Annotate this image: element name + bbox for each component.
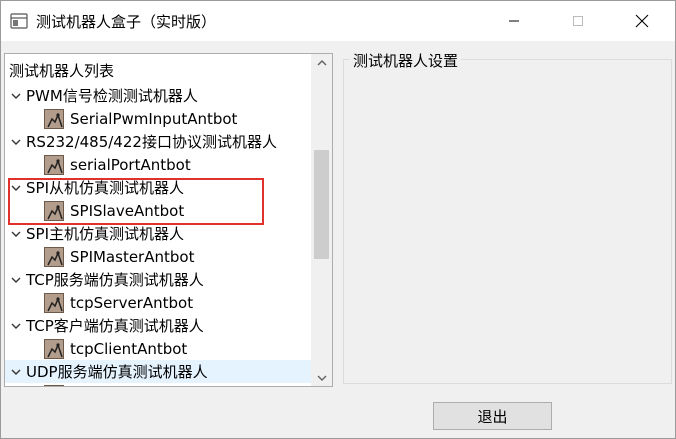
title-bar: 测试机器人盒子（实时版） <box>1 1 675 41</box>
tree-item-label: SPIMasterAntbot <box>70 247 195 266</box>
minimize-button[interactable] <box>483 1 545 41</box>
chevron-down-icon[interactable] <box>8 226 24 242</box>
maximize-icon <box>573 16 583 26</box>
tree-item-label: RS232/485/422接口协议测试机器人 <box>26 133 277 151</box>
tree-robot-row[interactable]: tcpServerAntbot <box>5 291 311 314</box>
tree-header: 测试机器人列表 <box>9 62 115 80</box>
tree-item-label: UDP服务端仿真测试机器人 <box>26 363 208 381</box>
tree-robot-row[interactable]: serialPortAntbot <box>5 153 311 176</box>
tree-item-label: SPISlaveAntbot <box>70 201 185 220</box>
robot-tree-panel[interactable]: 测试机器人列表 PWM信号检测测试机器人 SerialPwmInputAntbot… <box>4 53 333 387</box>
window-title: 测试机器人盒子（实时版） <box>36 13 217 31</box>
tree-category-row[interactable]: SPI从机仿真测试机器人 <box>5 176 311 199</box>
chevron-down-icon[interactable] <box>8 88 24 104</box>
robot-icon <box>44 384 64 386</box>
app-window: 测试机器人盒子（实时版） 测试机器人列表 PWM信号检测测试机器人 SerialP… <box>0 0 676 439</box>
tree-item-label: SPI从机仿真测试机器人 <box>26 179 184 197</box>
robot-tree[interactable]: PWM信号检测测试机器人 SerialPwmInputAntbot RS232/48… <box>5 84 311 387</box>
robot-icon <box>44 246 64 267</box>
robot-icon <box>44 292 64 313</box>
robot-icon <box>44 338 64 359</box>
tree-category-row[interactable]: PWM信号检测测试机器人 <box>5 84 311 107</box>
close-button[interactable] <box>611 1 673 41</box>
tree-item-label: PWM信号检测测试机器人 <box>26 87 198 105</box>
tree-robot-row[interactable]: tcpClientAntbot <box>5 337 311 360</box>
scroll-thumb[interactable] <box>314 150 329 259</box>
settings-title: 测试机器人设置 <box>350 50 462 71</box>
chevron-down-icon <box>317 375 326 381</box>
tree-category-row[interactable]: SPI主机仿真测试机器人 <box>5 222 311 245</box>
chevron-up-icon <box>317 59 326 65</box>
chevron-down-icon[interactable] <box>8 318 24 334</box>
robot-icon <box>44 200 64 221</box>
tree-robot-row[interactable]: UDPServerAntbot <box>5 383 311 387</box>
tree-robot-row[interactable]: SPIMasterAntbot <box>5 245 311 268</box>
tree-robot-row[interactable]: SPISlaveAntbot <box>5 199 311 222</box>
tree-item-label: tcpClientAntbot <box>70 339 188 358</box>
close-icon <box>635 14 649 28</box>
robot-icon <box>44 154 64 175</box>
tree-item-label: SerialPwmInputAntbot <box>70 109 238 128</box>
tree-item-label: serialPortAntbot <box>70 155 191 174</box>
tree-category-row[interactable]: UDP服务端仿真测试机器人 <box>5 360 311 383</box>
tree-category-row[interactable]: TCP服务端仿真测试机器人 <box>5 268 311 291</box>
chevron-down-icon[interactable] <box>8 134 24 150</box>
tree-item-label: TCP服务端仿真测试机器人 <box>26 271 204 289</box>
scroll-up-button[interactable] <box>311 54 332 71</box>
tree-item-label: SPI主机仿真测试机器人 <box>26 225 184 243</box>
scroll-down-button[interactable] <box>311 369 332 386</box>
app-icon <box>10 13 28 29</box>
chevron-down-icon[interactable] <box>8 272 24 288</box>
tree-category-row[interactable]: TCP客户端仿真测试机器人 <box>5 314 311 337</box>
tree-item-label: UDPServerAntbot <box>70 386 201 387</box>
maximize-button[interactable] <box>547 1 609 41</box>
chevron-down-icon[interactable] <box>8 180 24 196</box>
minimize-icon <box>509 20 519 22</box>
robot-icon <box>44 108 64 129</box>
tree-robot-row[interactable]: SerialPwmInputAntbot <box>5 107 311 130</box>
settings-groupbox <box>343 59 672 384</box>
tree-category-row[interactable]: RS232/485/422接口协议测试机器人 <box>5 130 311 153</box>
chevron-down-icon[interactable] <box>8 364 24 380</box>
tree-scrollbar[interactable] <box>311 54 332 386</box>
tree-item-label: TCP客户端仿真测试机器人 <box>26 317 204 335</box>
tree-item-label: tcpServerAntbot <box>70 293 194 312</box>
exit-button[interactable]: 退出 <box>433 402 552 430</box>
